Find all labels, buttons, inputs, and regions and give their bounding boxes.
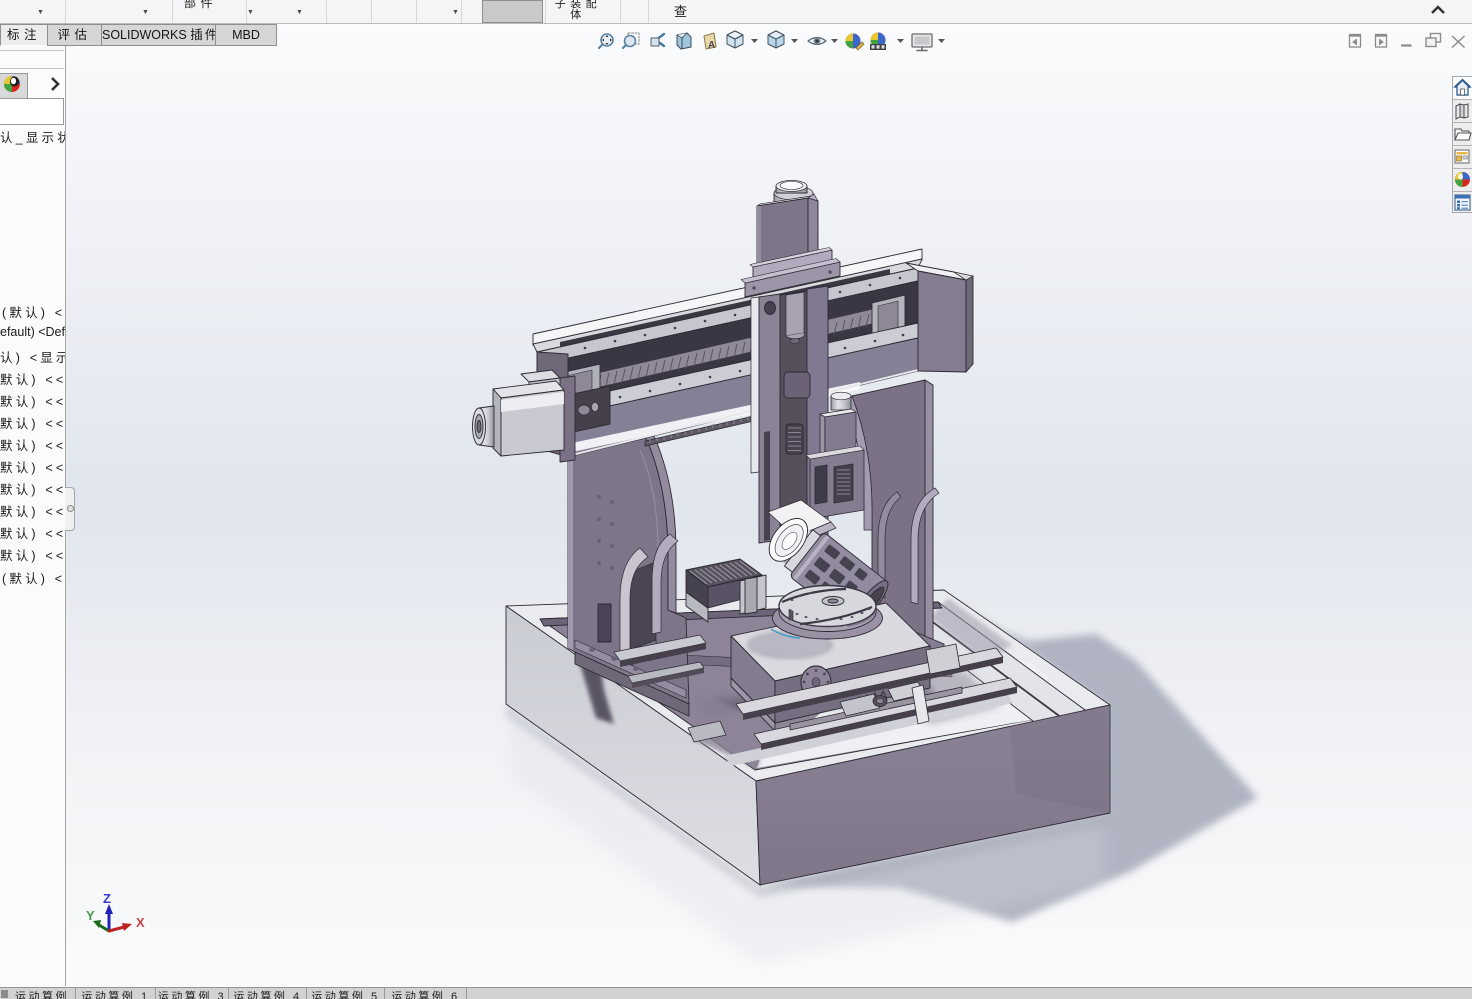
svg-text:Y: Y (86, 908, 95, 923)
svg-text:Z: Z (103, 891, 111, 906)
svg-text:A: A (708, 40, 715, 51)
svg-text:X: X (136, 915, 145, 930)
